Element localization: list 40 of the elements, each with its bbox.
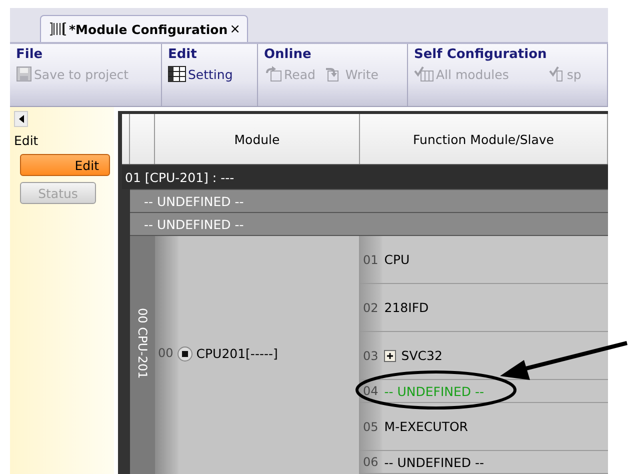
expand-icon[interactable] <box>384 350 396 362</box>
function-name: 218IFD <box>384 300 429 315</box>
function-row[interactable]: 05 M-EXECUTOR <box>360 403 608 451</box>
module-number: 00 <box>157 346 174 360</box>
panel-label: Edit <box>14 133 40 148</box>
tab-title: *Module Configuration <box>69 22 228 36</box>
checked-columns-icon <box>414 66 434 82</box>
slot-number: 01 <box>362 252 380 266</box>
slot-number: 03 <box>362 348 380 362</box>
module-rack-icon <box>49 22 67 36</box>
slot-number: 02 <box>362 300 380 314</box>
cpu-row[interactable]: 01 [CPU-201] : --- <box>122 164 608 189</box>
ribbon-group-title: File <box>16 47 44 62</box>
ribbon-group-title: Edit <box>168 47 198 62</box>
slot-number: 06 <box>362 455 380 469</box>
function-name: -- UNDEFINED -- <box>384 384 484 398</box>
ribbon-group-title: Online <box>264 47 312 62</box>
function-name: SVC32 <box>401 348 442 363</box>
function-name: CPU <box>384 252 410 267</box>
radio-module-icon <box>177 346 194 362</box>
function-name: -- UNDEFINED -- <box>384 454 484 470</box>
table-icon <box>168 66 186 82</box>
function-row[interactable]: 06 -- UNDEFINED -- <box>360 451 608 474</box>
function-row[interactable]: 01 CPU <box>360 236 608 284</box>
left-triangle-icon <box>18 115 24 123</box>
document-tab[interactable]: *Module Configuration× <box>40 15 248 42</box>
ribbon-button[interactable]: Setting <box>168 66 233 82</box>
function-name: M-EXECUTOR <box>384 419 468 434</box>
collapse-button[interactable] <box>14 111 28 127</box>
slot-label: 00 CPU-201 <box>136 308 150 379</box>
arrow-into-page-icon <box>264 66 282 82</box>
slot-number: 05 <box>362 420 380 434</box>
ribbon-group-title: Self Configuration <box>414 47 548 62</box>
checked-column-icon <box>548 66 565 82</box>
function-row[interactable]: 02 218IFD <box>360 284 608 332</box>
slot-number: 04 <box>362 384 380 398</box>
module-name[interactable]: CPU201[-----] <box>196 346 278 361</box>
mode-button[interactable]: Edit <box>20 154 110 176</box>
function-row[interactable]: 04 -- UNDEFINED -- <box>360 380 608 403</box>
close-button[interactable]: × <box>230 22 241 36</box>
